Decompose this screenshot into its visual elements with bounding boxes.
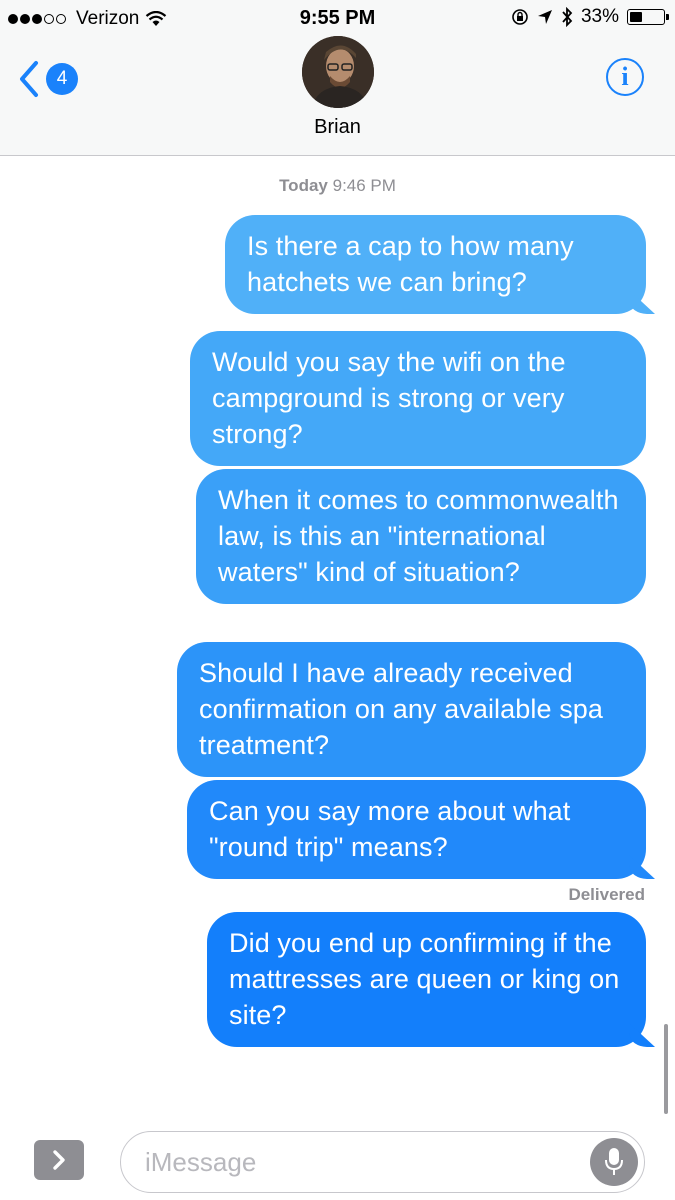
timestamp-time: 9:46 PM xyxy=(332,176,396,195)
delivered-status: Delivered xyxy=(568,885,645,904)
dictation-button[interactable] xyxy=(590,1138,638,1186)
apps-button[interactable] xyxy=(34,1140,84,1180)
contact-photo xyxy=(301,36,374,108)
status-bar: Verizon 9:55 PM 33% xyxy=(0,0,675,38)
sent-message-bubble[interactable]: Would you say the wifi on the campground… xyxy=(190,331,646,466)
battery-percent: 33% xyxy=(580,6,619,27)
sent-message-bubble[interactable]: When it comes to commonwealth law, is th… xyxy=(196,469,646,604)
bluetooth-icon xyxy=(562,7,573,27)
battery-icon xyxy=(627,9,669,25)
status-right: 33% xyxy=(511,6,669,28)
message-input[interactable] xyxy=(120,1131,645,1193)
scroll-indicator[interactable] xyxy=(664,1024,668,1114)
location-icon xyxy=(537,10,552,24)
sent-message-bubble[interactable]: Should I have already received confirmat… xyxy=(177,642,646,777)
battery-level xyxy=(630,12,642,22)
info-icon: i xyxy=(621,62,629,91)
microphone-icon xyxy=(605,1148,623,1175)
contact-name[interactable]: Brian xyxy=(314,116,361,139)
sent-message-bubble[interactable]: Is there a cap to how many hatchets we c… xyxy=(225,215,646,314)
info-button[interactable]: i xyxy=(606,58,644,96)
sent-message-bubble[interactable]: Did you end up confirming if the mattres… xyxy=(207,912,646,1047)
orientation-lock-icon xyxy=(512,9,528,25)
sent-message-bubble[interactable]: Can you say more about what "round trip"… xyxy=(187,780,646,879)
contact-details[interactable]: Brian xyxy=(0,36,675,139)
thread-timestamp: Today 9:46 PM xyxy=(0,176,675,196)
chevron-right-icon xyxy=(53,1150,65,1170)
timestamp-day: Today xyxy=(279,176,328,195)
avatar[interactable] xyxy=(301,36,374,108)
